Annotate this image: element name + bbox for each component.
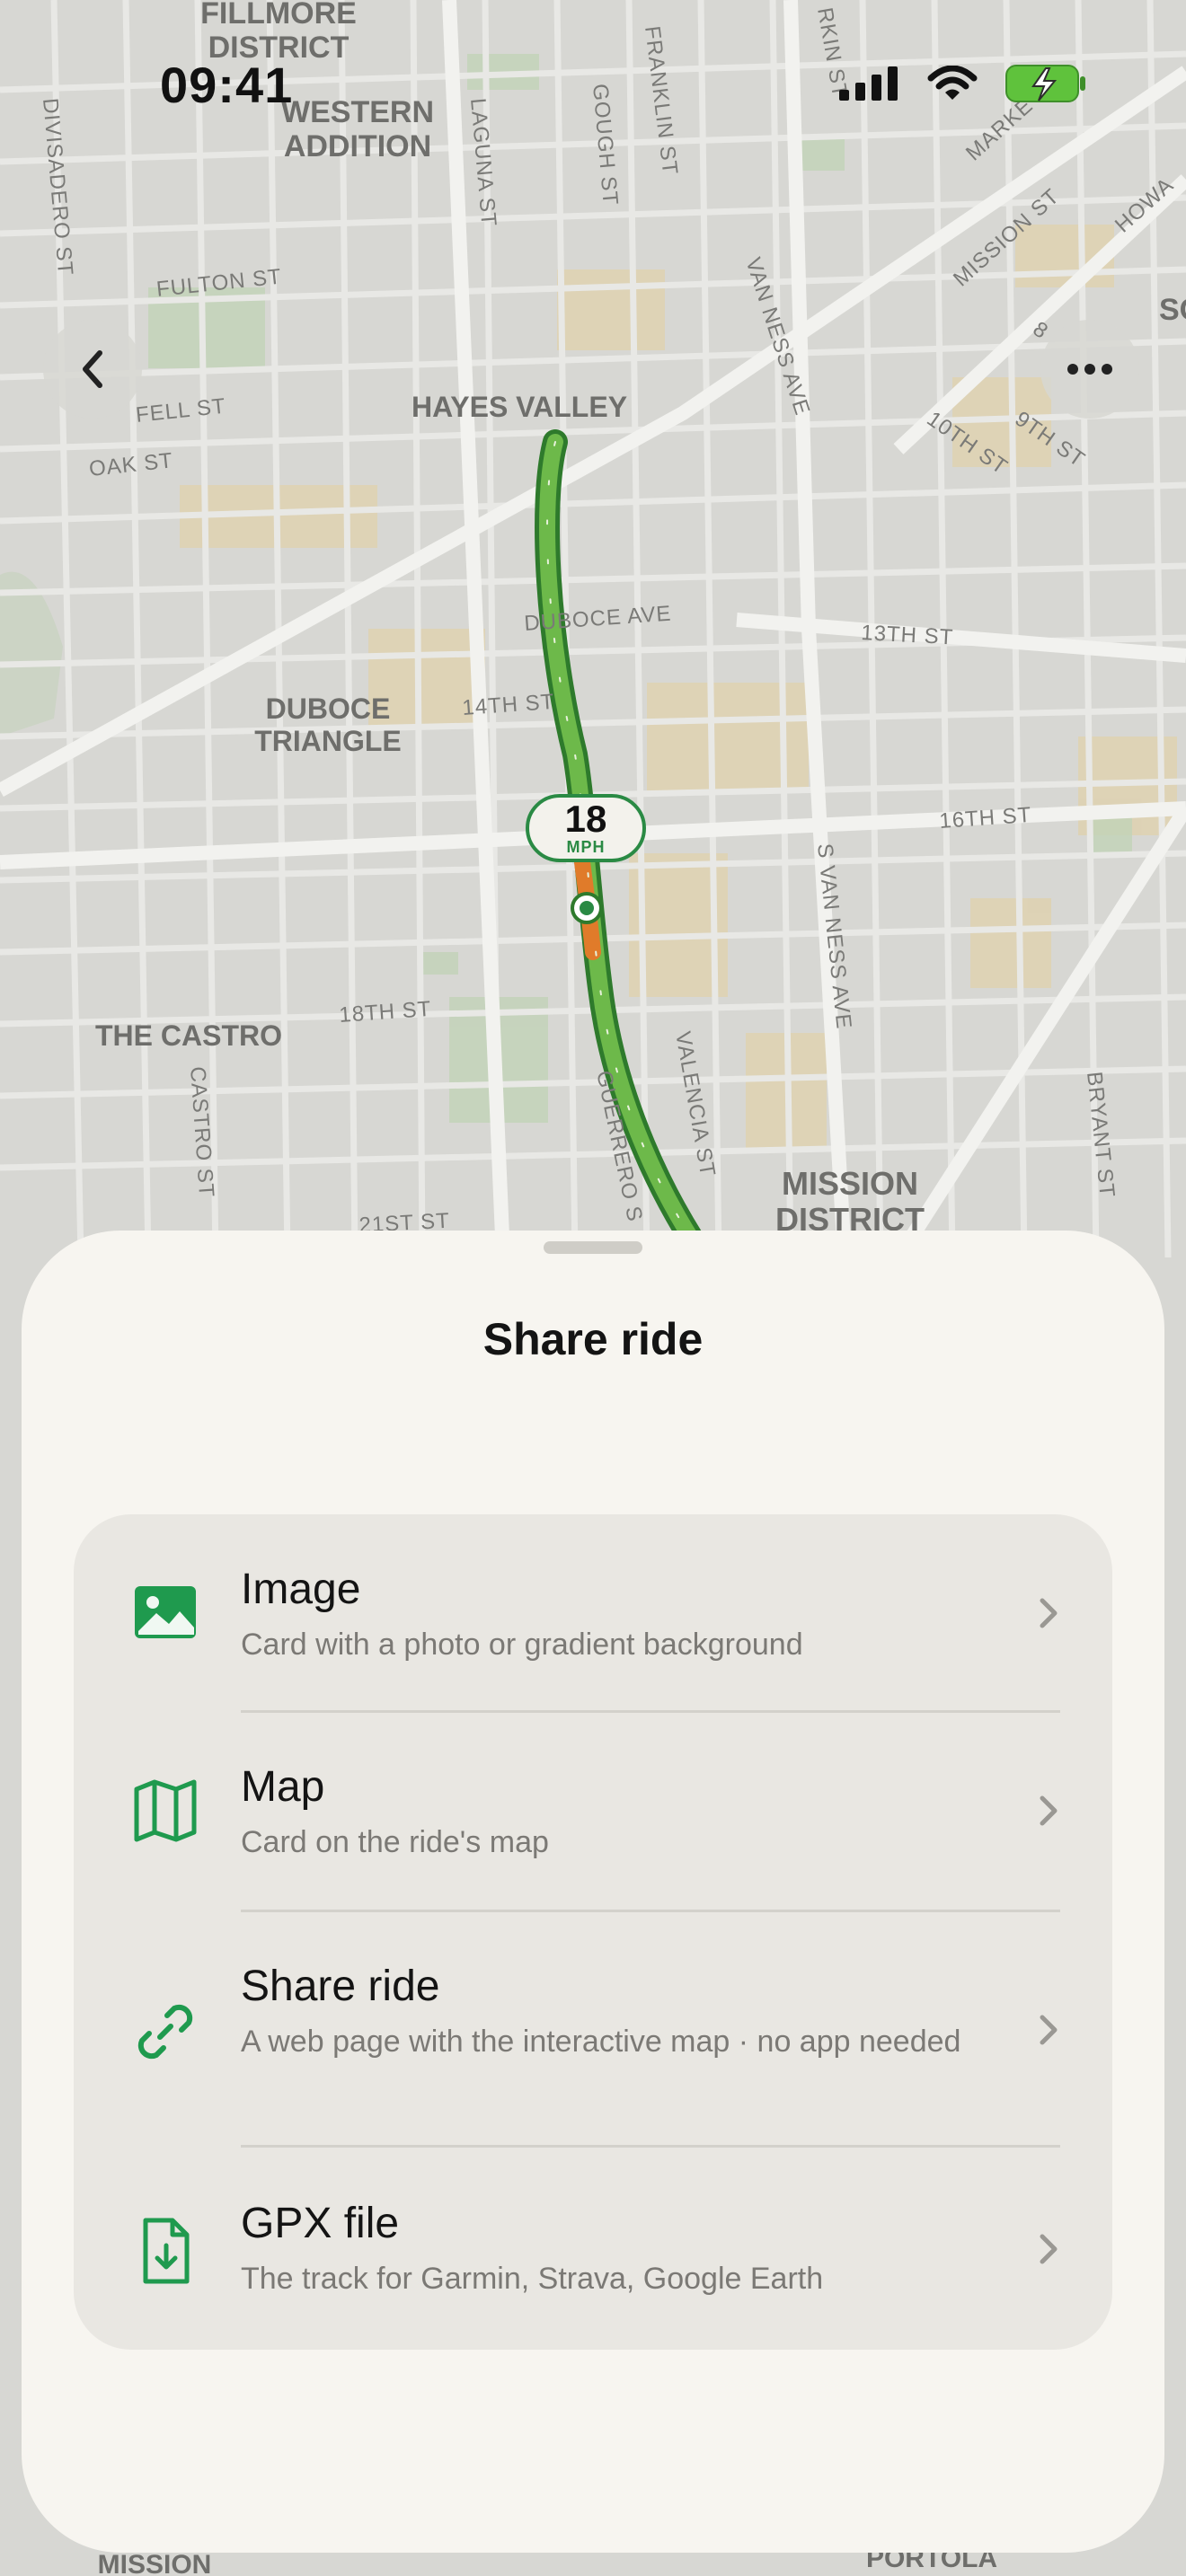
link-icon xyxy=(137,2004,193,2060)
option-subtitle: The track for Garmin, Strava, Google Ear… xyxy=(241,2262,824,2296)
map-label-duboce-triangle: DUBOCE xyxy=(266,693,391,725)
gpx-file-icon xyxy=(143,2218,190,2284)
option-subtitle: Card with a photo or gradient background xyxy=(241,1628,803,1662)
option-title: Image xyxy=(241,1566,361,1613)
option-title: GPX file xyxy=(241,2200,400,2247)
sheet-title: Share ride xyxy=(482,1314,704,1364)
map-icon xyxy=(134,1779,197,1842)
speed-unit: MPH xyxy=(566,838,606,856)
wifi-icon xyxy=(927,66,978,100)
share-option-web-link[interactable]: Share ride A web page with the interacti… xyxy=(74,1911,1112,2147)
status-icons xyxy=(839,63,1087,104)
option-title: Share ride xyxy=(241,1963,440,2010)
share-option-gpx[interactable]: GPX file The track for Garmin, Strava, G… xyxy=(74,2147,1112,2350)
chevron-right-icon xyxy=(1040,2234,1058,2264)
street-13th: 13TH ST xyxy=(861,621,954,649)
status-bar: 09:41 xyxy=(0,0,1186,162)
battery-charging-icon xyxy=(1005,65,1085,102)
ellipsis-icon xyxy=(1067,364,1112,375)
map-label-som: SOM xyxy=(1159,293,1186,327)
status-time: 09:41 xyxy=(160,57,294,113)
share-option-map[interactable]: Map Card on the ride's map xyxy=(74,1712,1112,1911)
map-label-mission-district: MISSION xyxy=(782,1165,918,1202)
speed-badge: 18 MPH xyxy=(526,794,646,862)
chevron-right-icon xyxy=(1040,1598,1058,1628)
share-option-image[interactable]: Image Card with a photo or gradient back… xyxy=(74,1514,1112,1712)
map-label-the-castro: THE CASTRO xyxy=(95,1019,282,1052)
chevron-right-icon xyxy=(1040,1795,1058,1826)
share-options-card: Image Card with a photo or gradient back… xyxy=(74,1514,1112,2350)
sheet-grabber[interactable] xyxy=(544,1241,642,1254)
share-sheet: Share ride Image Card with a photo or gr… xyxy=(22,1231,1164,2553)
cellular-signal-icon xyxy=(839,66,898,101)
chevron-left-icon xyxy=(83,350,102,388)
chevron-right-icon xyxy=(1040,2015,1058,2045)
option-subtitle: Card on the ride's map xyxy=(241,1825,549,1859)
option-subtitle: A web page with the interactive map · no… xyxy=(241,2025,961,2059)
svg-text:TRIANGLE: TRIANGLE xyxy=(254,725,402,757)
back-button[interactable] xyxy=(43,320,142,419)
speed-value: 18 xyxy=(564,798,607,840)
more-options-button[interactable] xyxy=(1040,320,1139,419)
image-icon xyxy=(135,1586,196,1638)
option-title: Map xyxy=(241,1763,325,1811)
map-label-hayes-valley: HAYES VALLEY xyxy=(412,391,627,423)
map-label-mission: MISSION xyxy=(98,2550,212,2576)
